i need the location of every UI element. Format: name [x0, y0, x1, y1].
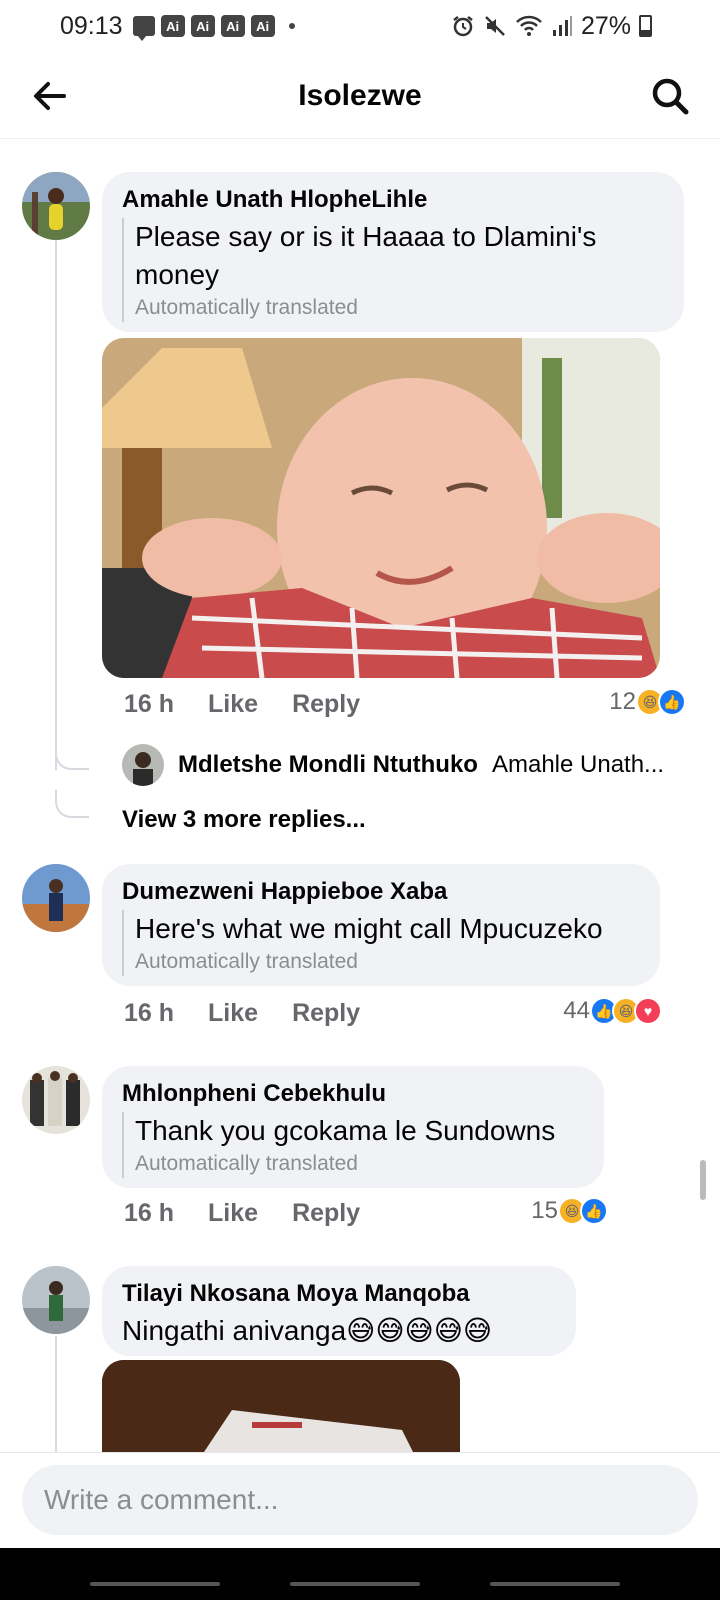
comment-bubble: Amahle Unath HlopheLihle Please say or i… — [102, 172, 684, 332]
thread-connector — [55, 742, 89, 770]
reaction-count: 12 — [609, 688, 636, 715]
like-button[interactable]: Like — [208, 690, 258, 719]
reaction-summary[interactable]: 15 😆 👍 — [531, 1197, 608, 1225]
reaction-count: 44 — [563, 997, 590, 1024]
signal-icon — [552, 16, 572, 36]
like-reaction-icon: 👍 — [580, 1197, 608, 1225]
reply-button[interactable]: Reply — [292, 1199, 360, 1228]
reply-button[interactable]: Reply — [292, 999, 360, 1028]
comment-bubble: Tilayi Nkosana Moya Manqoba Ningathi ani… — [102, 1266, 576, 1356]
recent-apps-button[interactable] — [90, 1582, 220, 1586]
comment-bubble: Mhlonpheni Cebekhulu Thank you gcokama l… — [102, 1066, 604, 1188]
translated-block: Please say or is it Haaaa to Dlamini's m… — [122, 218, 664, 322]
mute-icon — [485, 16, 505, 36]
like-reaction-icon: 👍 — [658, 688, 686, 716]
comment-actions: 16 h Like Reply — [124, 690, 360, 719]
comment-actions: 16 h Like Reply — [124, 999, 360, 1028]
wifi-icon — [516, 15, 542, 36]
avatar[interactable] — [22, 1266, 90, 1334]
comment-author[interactable]: Tilayi Nkosana Moya Manqoba — [122, 1280, 556, 1308]
ai-notification-icon: Ai — [190, 15, 215, 37]
search-icon — [652, 78, 689, 115]
comment-input[interactable]: Write a comment... — [22, 1465, 698, 1535]
battery-icon — [639, 15, 652, 37]
scrollbar-thumb[interactable] — [700, 1160, 706, 1200]
reply-text: Amahle Unath... — [491, 751, 665, 778]
translation-label[interactable]: Automatically translated — [135, 1150, 584, 1178]
top-app-bar: Isolezwe — [0, 52, 720, 140]
thread-connector — [55, 790, 89, 818]
translation-label[interactable]: Automatically translated — [135, 294, 664, 322]
like-button[interactable]: Like — [208, 999, 258, 1028]
page-title: Isolezwe — [298, 79, 422, 112]
ai-notification-icon: Ai — [220, 15, 245, 37]
reply-preview[interactable]: Mdletshe Mondli Ntuthuko Amahle Unath... — [122, 744, 682, 786]
notification-icons: Ai Ai Ai Ai — [132, 15, 295, 41]
comment-bubble: Dumezweni Happieboe Xaba Here's what we … — [102, 864, 660, 986]
ai-notification-icon: Ai — [250, 15, 275, 37]
reply-button[interactable]: Reply — [292, 690, 360, 719]
comment-author[interactable]: Amahle Unath HlopheLihle — [122, 186, 664, 214]
view-more-replies-link[interactable]: View 3 more replies... — [122, 806, 366, 834]
alarm-icon — [453, 16, 473, 37]
comment-time: 16 h — [124, 690, 175, 718]
system-icons: 27% — [451, 0, 652, 52]
header-divider — [0, 138, 720, 139]
thread-line — [55, 240, 57, 770]
comment-time: 16 h — [124, 1199, 175, 1227]
status-bar: 09:13 Ai Ai Ai Ai 27% — [0, 0, 720, 52]
like-button[interactable]: Like — [208, 1199, 258, 1228]
avatar[interactable] — [22, 864, 90, 932]
avatar[interactable] — [22, 1066, 90, 1134]
translated-block: Thank you gcokama le Sundowns Automatica… — [122, 1112, 584, 1178]
reaction-count: 15 — [531, 1197, 558, 1224]
comment-text: Ningathi anivanga😅😅😅😅😅 — [122, 1315, 493, 1346]
translated-block: Here's what we might call Mpucuzeko Auto… — [122, 910, 640, 976]
arrow-left-icon — [34, 82, 66, 110]
comment-text: Here's what we might call Mpucuzeko — [135, 913, 603, 944]
message-icon — [132, 16, 155, 41]
comment-author[interactable]: Dumezweni Happieboe Xaba — [122, 878, 640, 906]
comment-actions: 16 h Like Reply — [124, 1199, 360, 1228]
home-button[interactable] — [290, 1582, 420, 1586]
system-navigation-bar — [0, 1548, 720, 1600]
more-notifications-dot — [288, 23, 295, 29]
reply-author: Mdletshe Mondli Ntuthuko — [178, 751, 478, 778]
back-button[interactable] — [28, 74, 72, 118]
status-time: 09:13 — [60, 11, 123, 40]
comment-image[interactable] — [102, 338, 660, 678]
back-nav-button[interactable] — [490, 1582, 620, 1586]
comment-composer: Write a comment... — [0, 1452, 720, 1548]
comment-time: 16 h — [124, 999, 175, 1027]
thread-line — [55, 1336, 57, 1452]
avatar — [122, 744, 164, 786]
comment-text: Please say or is it Haaaa to Dlamini's m… — [135, 221, 597, 290]
ai-notification-icon: Ai — [160, 15, 185, 37]
battery-percent: 27% — [580, 11, 631, 40]
search-button[interactable] — [648, 74, 692, 118]
comment-author[interactable]: Mhlonpheni Cebekhulu — [122, 1080, 584, 1108]
reaction-summary[interactable]: 12 😆 👍 — [609, 688, 686, 716]
avatar[interactable] — [22, 172, 90, 240]
love-reaction-icon: ♥ — [634, 997, 662, 1025]
comment-text: Thank you gcokama le Sundowns — [135, 1115, 556, 1146]
translation-label[interactable]: Automatically translated — [135, 948, 640, 976]
reaction-summary[interactable]: 44 👍 😆 ♥ — [563, 997, 662, 1025]
